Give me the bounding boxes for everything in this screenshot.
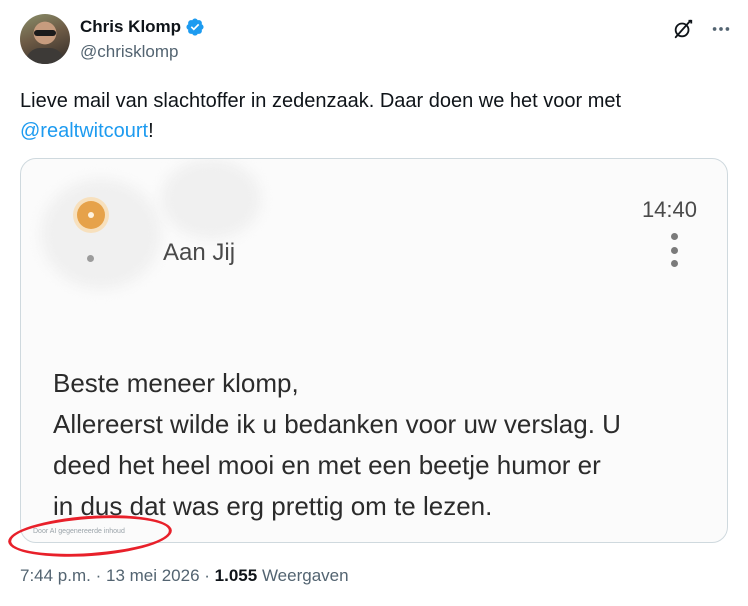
tweet-time[interactable]: 7:44 p.m. xyxy=(20,566,91,585)
grok-icon[interactable] xyxy=(672,18,694,40)
tweet-header: Chris Klomp @chrisklomp xyxy=(20,14,732,70)
handle[interactable]: @chrisklomp xyxy=(80,42,179,62)
dot-indicator xyxy=(87,255,94,262)
top-actions xyxy=(672,18,732,40)
mail-time: 14:40 xyxy=(641,197,697,222)
display-name[interactable]: Chris Klomp xyxy=(80,17,181,37)
views-count: 1.055 xyxy=(214,566,258,585)
meta-separator: · xyxy=(90,566,106,585)
name-row: Chris Klomp xyxy=(80,17,205,37)
verified-badge-icon[interactable] xyxy=(185,17,205,37)
views-label: Weergaven xyxy=(257,566,349,585)
mail-body-line: Beste meneer klomp, xyxy=(53,368,299,398)
mail-recipient: Aan Jij xyxy=(163,239,236,266)
mail-menu-icon xyxy=(669,233,679,267)
avatar[interactable] xyxy=(20,14,70,64)
meta-separator: · xyxy=(199,566,215,585)
tweet-text-suffix: ! xyxy=(148,120,154,142)
tweet-text: Lieve mail van slachtoffer in zedenzaak.… xyxy=(20,86,720,146)
mail-body-line: deed het heel mooi en met een beetje hum… xyxy=(53,450,601,480)
avatar-sunglasses xyxy=(34,30,56,36)
media-image[interactable]: 14:40 Aan Jij Beste meneer klomp, Allere… xyxy=(20,158,728,543)
mail-body: Beste meneer klomp, Allereerst wilde ik … xyxy=(53,363,713,527)
mention-link[interactable]: @realtwitcourt xyxy=(20,120,148,142)
avatar-shoulders xyxy=(26,48,64,64)
mail-body-line: Allereerst wilde ik u bedanken voor uw v… xyxy=(53,409,621,439)
blurred-name-area xyxy=(161,159,261,239)
tweet-meta: 7:44 p.m. · 13 mei 2026 · 1.055 Weergave… xyxy=(20,566,349,586)
tweet-date[interactable]: 13 mei 2026 xyxy=(106,566,200,585)
tweet-text-body: Lieve mail van slachtoffer in zedenzaak.… xyxy=(20,90,622,112)
more-icon[interactable] xyxy=(710,18,732,40)
sender-status-icon xyxy=(77,201,105,229)
blurred-avatar-area xyxy=(41,179,161,289)
